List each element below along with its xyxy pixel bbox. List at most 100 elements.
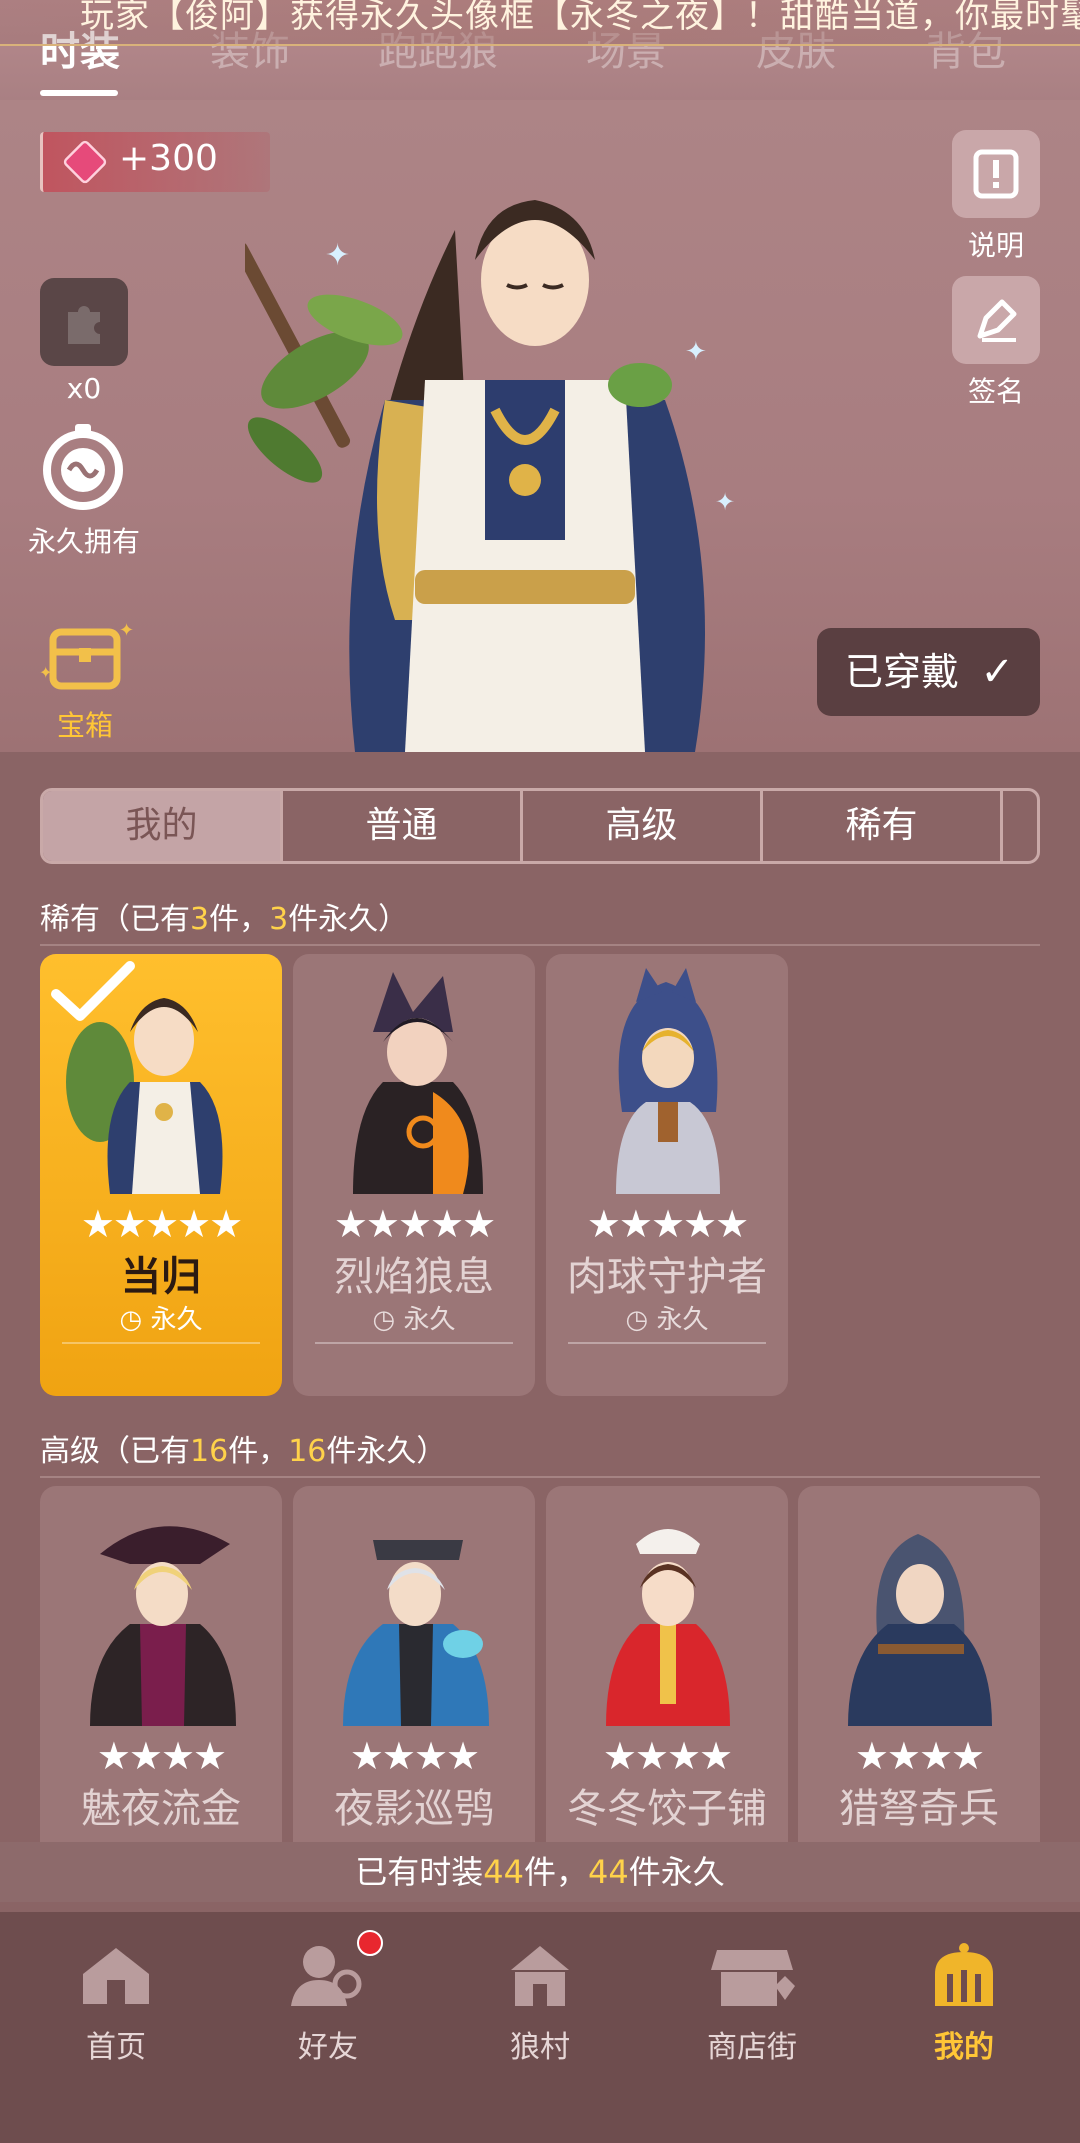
star-rating: ★★★★ bbox=[602, 1734, 733, 1778]
permanent-button[interactable]: 永久拥有 bbox=[28, 418, 140, 560]
signature-button[interactable]: 签名 bbox=[952, 276, 1040, 410]
star-rating: ★★★★ bbox=[349, 1734, 480, 1778]
section-divider bbox=[40, 1476, 1040, 1478]
gem-icon bbox=[61, 138, 109, 186]
card-divider bbox=[62, 1342, 260, 1344]
active-tab-indicator bbox=[40, 90, 118, 96]
summary-text: 件， bbox=[523, 1853, 588, 1891]
outfit-name: 肉球守护者 bbox=[567, 1254, 767, 1300]
home-icon bbox=[73, 1940, 159, 2010]
character-figure: ✦ ✦ ✦ bbox=[245, 200, 735, 752]
duration-text: 永久 bbox=[403, 1305, 456, 1335]
outfit-card-crossbow-soldier[interactable]: ★★★★ 猎弩奇兵 bbox=[798, 1486, 1040, 1842]
outfit-name: 猎弩奇兵 bbox=[839, 1786, 999, 1832]
outfit-card-charm-night[interactable]: ★★★★ 魅夜流金 bbox=[40, 1486, 282, 1842]
owned-total: 44 bbox=[483, 1853, 524, 1891]
outfit-name: 冬冬饺子铺 bbox=[567, 1786, 767, 1832]
owned-count: 16 bbox=[190, 1434, 229, 1469]
filter-more[interactable] bbox=[1003, 791, 1037, 861]
outfit-duration: ◷ 永久 bbox=[119, 1305, 203, 1335]
profile-icon bbox=[921, 1940, 1007, 2010]
filter-common[interactable]: 普通 bbox=[283, 791, 523, 861]
star-rating: ★★★★ bbox=[854, 1734, 985, 1778]
help-button[interactable]: 说明 bbox=[952, 130, 1040, 264]
summary-text: 件永久 bbox=[628, 1853, 725, 1891]
worn-status-button[interactable]: 已穿戴 ✓ bbox=[817, 628, 1040, 716]
nav-label: 我的 bbox=[934, 2030, 994, 2065]
star-rating: ★★★★★ bbox=[80, 1202, 243, 1246]
shop-icon bbox=[709, 1940, 795, 2010]
svg-text:✦: ✦ bbox=[715, 488, 735, 516]
outfit-card-danggui[interactable]: ★★★★★ 当归 ◷ 永久 bbox=[40, 954, 282, 1396]
announcement-marquee: 玩家【俊阿】获得永久头像框【永冬之夜】！甜酷当道，你最时髦！ bbox=[0, 0, 1080, 46]
chest-button[interactable]: ✦ ✦ 宝箱 bbox=[30, 618, 140, 744]
fragment-button[interactable]: x0 bbox=[40, 278, 128, 405]
worn-label: 已穿戴 bbox=[845, 650, 960, 694]
permanent-count: 16 bbox=[288, 1434, 327, 1469]
treasure-chest-icon: ✦ ✦ bbox=[35, 618, 135, 698]
fragment-count: x0 bbox=[66, 372, 102, 405]
card-divider bbox=[315, 1342, 513, 1344]
infinity-clock-icon bbox=[35, 418, 131, 514]
points-badge: +300 bbox=[40, 132, 270, 192]
friends-icon bbox=[285, 1930, 383, 2010]
section-text: 件永久） bbox=[288, 902, 409, 937]
filter-advanced[interactable]: 高级 bbox=[523, 791, 763, 861]
card-divider bbox=[568, 1342, 766, 1344]
svg-text:✦: ✦ bbox=[325, 238, 350, 273]
bottom-navigation: 首页 好友 狼村 商店街 我的 bbox=[0, 1912, 1080, 2143]
puzzle-icon bbox=[40, 278, 128, 366]
village-icon bbox=[497, 1940, 583, 2010]
outfit-card-night-owl[interactable]: ★★★★ 夜影巡鸮 bbox=[293, 1486, 535, 1842]
outfit-portrait bbox=[606, 1529, 730, 1726]
star-rating: ★★★★★ bbox=[586, 1202, 749, 1246]
nav-village[interactable]: 狼村 bbox=[434, 1940, 646, 2066]
nav-shop-street[interactable]: 商店街 bbox=[646, 1940, 858, 2066]
nav-home[interactable]: 首页 bbox=[10, 1940, 222, 2066]
outfit-portrait bbox=[848, 1534, 992, 1726]
section-text: 件， bbox=[209, 902, 270, 937]
hero-preview: +300 ✦ ✦ ✦ x0 永久拥有 ✦ ✦ 宝箱 说明 签名 已穿戴 ✓ bbox=[0, 100, 1080, 752]
outfit-name: 夜影巡鸮 bbox=[334, 1786, 494, 1832]
rarity-filter: 我的 普通 高级 稀有 bbox=[40, 788, 1040, 864]
nav-label: 狼村 bbox=[510, 2030, 570, 2065]
checkmark-icon: ✓ bbox=[980, 649, 1014, 695]
owned-count: 3 bbox=[190, 902, 210, 937]
book-info-icon bbox=[952, 130, 1040, 218]
rare-section-title: 稀有（已有3件，3件永久） bbox=[40, 894, 408, 938]
permanent-count: 3 bbox=[269, 902, 289, 937]
star-rating: ★★★★ bbox=[96, 1734, 227, 1778]
section-text: 稀有（已有 bbox=[40, 902, 190, 937]
outfit-card-flame-wolf[interactable]: ★★★★★ 烈焰狼息 ◷ 永久 bbox=[293, 954, 535, 1396]
svg-text:✦: ✦ bbox=[119, 620, 134, 641]
outfit-name: 魅夜流金 bbox=[81, 1786, 241, 1832]
section-divider bbox=[40, 944, 1040, 946]
nav-friends[interactable]: 好友 bbox=[222, 1930, 434, 2066]
star-rating: ★★★★★ bbox=[333, 1202, 496, 1246]
outfit-card-paw-guardian[interactable]: ★★★★★ 肉球守护者 ◷ 永久 bbox=[546, 954, 788, 1396]
marquee-text: 玩家【俊阿】获得永久头像框【永冬之夜】！甜酷当道，你最时髦！ bbox=[80, 0, 1080, 36]
filter-rare[interactable]: 稀有 bbox=[763, 791, 1003, 861]
permanent-total: 44 bbox=[588, 1853, 629, 1891]
outfit-name: 烈焰狼息 bbox=[334, 1254, 494, 1300]
section-text: 件， bbox=[228, 1434, 289, 1469]
section-text: 件永久） bbox=[326, 1434, 447, 1469]
outfit-card-dumpling-shop[interactable]: ★★★★ 冬冬饺子铺 bbox=[546, 1486, 788, 1842]
outfit-portrait bbox=[616, 968, 720, 1194]
filter-mine[interactable]: 我的 bbox=[43, 791, 283, 861]
outfit-name: 当归 bbox=[121, 1254, 201, 1300]
nav-label: 首页 bbox=[86, 2030, 146, 2065]
collection-summary: 已有时装44件，44件永久 bbox=[0, 1842, 1080, 1902]
help-label: 说明 bbox=[967, 229, 1024, 262]
duration-text: 永久 bbox=[656, 1305, 709, 1335]
outfit-duration: ◷ 永久 bbox=[625, 1305, 709, 1335]
svg-text:✦: ✦ bbox=[685, 337, 707, 367]
nav-profile[interactable]: 我的 bbox=[858, 1940, 1070, 2066]
advanced-section-title: 高级（已有16件，16件永久） bbox=[40, 1426, 446, 1470]
duration-text: 永久 bbox=[150, 1305, 203, 1335]
pen-icon bbox=[952, 276, 1040, 364]
top-area: 时装 装饰 跑跑狼 场景 皮肤 背包 玩家【俊阿】获得永久头像框【永冬之夜】！甜… bbox=[0, 0, 1080, 100]
selected-check-icon bbox=[51, 961, 135, 1021]
outfit-portrait bbox=[353, 972, 483, 1194]
outfit-portrait bbox=[90, 1526, 236, 1726]
